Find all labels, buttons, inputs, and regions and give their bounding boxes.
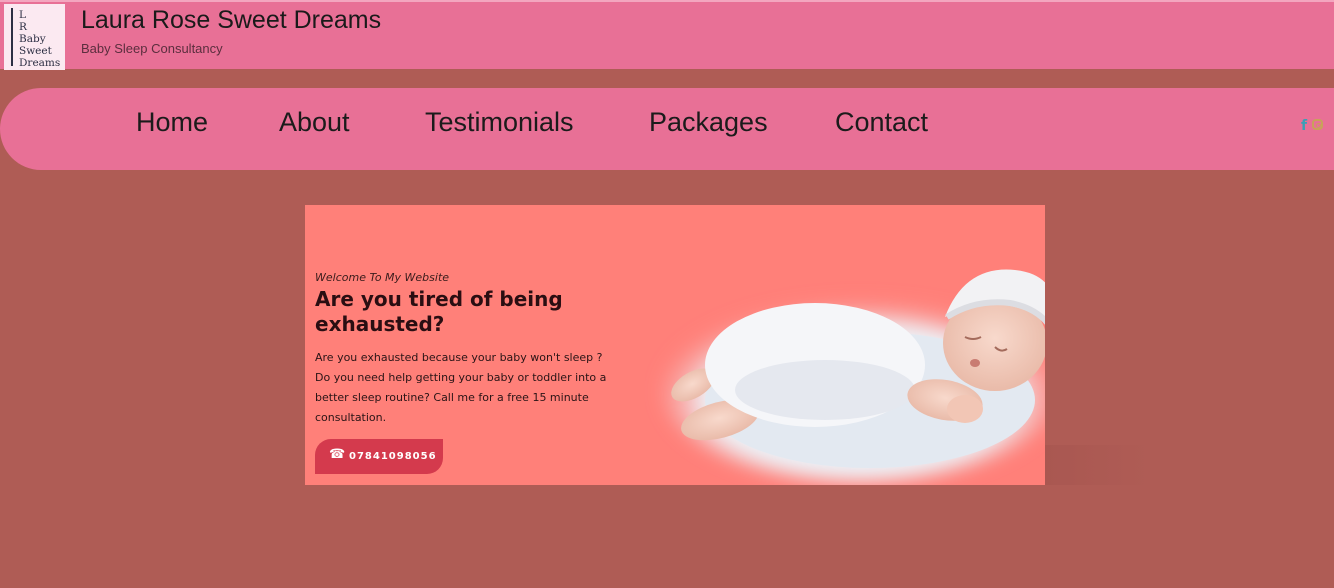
nav-item-packages[interactable]: Packages [649, 107, 768, 138]
hero-heading: Are you tired of being exhausted? [315, 287, 563, 336]
nav-item-home[interactable]: Home [136, 107, 208, 138]
site-title[interactable]: Laura Rose Sweet Dreams [81, 6, 381, 35]
site-logo[interactable]: L R Baby Sweet Dreams [4, 4, 65, 70]
facebook-icon[interactable]: f [1301, 118, 1307, 134]
logo-line: Dreams [19, 57, 61, 69]
logo-line: R [19, 21, 27, 33]
nav-item-about[interactable]: About [279, 107, 350, 138]
decorative-shadow [1045, 445, 1150, 485]
nav-item-testimonials[interactable]: Testimonials [425, 107, 574, 138]
hero-banner: Welcome To My Website Are you tired of b… [305, 205, 1045, 485]
site-header: L R Baby Sweet Dreams Laura Rose Sweet D… [0, 0, 1334, 70]
sleeping-baby-image [660, 269, 1045, 485]
nav-item-contact[interactable]: Contact [835, 107, 928, 138]
logo-line: Baby [19, 33, 46, 45]
site-tagline: Baby Sleep Consultancy [81, 41, 223, 56]
baby-hand [947, 395, 983, 423]
phone-number: 07841098056 [349, 451, 437, 462]
logo-bar [11, 8, 13, 66]
logo-text: L R Baby Sweet Dreams [19, 9, 60, 69]
baby-mouth [970, 359, 980, 367]
hero-body-text: Are you exhausted because your baby won'… [315, 351, 607, 424]
call-button[interactable]: ☎ 07841098056 [315, 439, 443, 474]
phone-icon: ☎ [329, 446, 346, 461]
main-nav: Home About Testimonials Packages Contact… [0, 88, 1334, 170]
logo-line: L [19, 9, 26, 21]
hero-eyebrow: Welcome To My Website [315, 271, 450, 284]
instagram-icon[interactable] [1312, 119, 1323, 130]
logo-line: Sweet [19, 45, 52, 57]
baby-body-shade [735, 360, 915, 420]
page: L R Baby Sweet Dreams Laura Rose Sweet D… [0, 0, 1334, 588]
